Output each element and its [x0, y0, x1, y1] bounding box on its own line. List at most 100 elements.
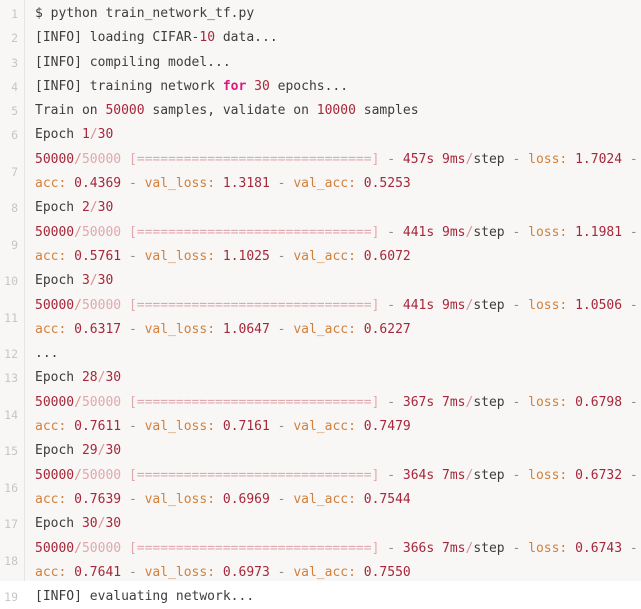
token-slash: /	[74, 151, 82, 167]
token-number: 366s	[402, 540, 435, 556]
token-number: 0.6732	[575, 467, 623, 483]
code-line[interactable]: 50000/50000 [===========================…	[35, 294, 641, 343]
token-number: 9ms	[442, 297, 466, 313]
token-number: 0.6973	[222, 564, 270, 580]
token-dash: -	[128, 564, 137, 580]
token-number: 9ms	[442, 224, 466, 240]
token-dash: -	[128, 419, 137, 435]
token-number: 30	[81, 516, 98, 532]
token-dash: -	[277, 176, 286, 192]
token-dim: 50000	[81, 540, 122, 556]
token-number: 30	[254, 78, 270, 94]
token-number: 0.7161	[222, 419, 270, 435]
code-line[interactable]: Epoch 28/30	[35, 366, 641, 390]
token-number: 30	[105, 516, 122, 532]
token-number: 1.0506	[575, 297, 623, 313]
code-line[interactable]: ...	[35, 342, 641, 366]
token-number: 364s	[402, 467, 435, 483]
token-keyword: for	[222, 78, 247, 94]
token-slash: /	[74, 394, 82, 410]
code-line[interactable]: $ python train_network_tf.py	[35, 2, 641, 26]
code-line[interactable]: [INFO] evaluating network...	[35, 585, 641, 609]
token-plain: data...	[215, 30, 278, 46]
token-plain: $ python train_network_tf.py	[35, 6, 255, 21]
token-number: 9ms	[442, 151, 466, 167]
token-number: 0.6072	[363, 248, 411, 264]
token-dash: -	[629, 224, 638, 240]
token-dim: 50000	[81, 151, 122, 167]
token-number: 10	[199, 30, 216, 46]
token-plain: Epoch	[35, 443, 82, 459]
token-plain: Train on	[35, 103, 106, 119]
line-number: 7	[11, 164, 18, 179]
line-number: 16	[4, 480, 18, 495]
code-line[interactable]: Epoch 30/30	[35, 512, 641, 536]
token-dim: [==============================]	[128, 540, 380, 556]
code-line[interactable]: Epoch 1/30	[35, 123, 641, 147]
code-line[interactable]: Epoch 3/30	[35, 269, 641, 293]
token-label: acc:	[35, 419, 67, 435]
token-number: 441s	[402, 297, 435, 313]
code-line[interactable]: [INFO] loading CIFAR-10 data...	[35, 26, 641, 50]
code-line[interactable]: [INFO] training network for 30 epochs...	[35, 75, 641, 99]
line-number: 15	[4, 444, 18, 459]
code-line[interactable]: Train on 50000 samples, validate on 1000…	[35, 99, 641, 123]
line-number: 11	[4, 310, 18, 325]
token-plain: [INFO] training network	[35, 78, 223, 94]
code-line[interactable]: 50000/50000 [===========================…	[35, 537, 641, 586]
token-slash: /	[74, 540, 82, 556]
token-dash: -	[128, 491, 137, 507]
code-line[interactable]: 50000/50000 [===========================…	[35, 221, 641, 270]
token-dash: -	[629, 297, 638, 313]
token-dim: 50000	[81, 467, 122, 483]
token-number: 7ms	[442, 540, 466, 556]
token-plain: samples, validate on	[144, 103, 317, 119]
code-line[interactable]: Epoch 2/30	[35, 196, 641, 220]
token-number: 0.7639	[74, 491, 122, 507]
code-line[interactable]: 50000/50000 [===========================…	[35, 148, 641, 197]
token-dash: -	[128, 176, 137, 192]
token-number: 1.1981	[575, 224, 623, 240]
token-plain: ...	[35, 346, 59, 362]
token-number: 1.1025	[222, 248, 270, 264]
token-dim: 50000	[81, 394, 122, 410]
code-content[interactable]: $ python train_network_tf.py [INFO] loadi…	[25, 0, 641, 604]
token-dash: -	[387, 394, 396, 410]
token-label: val_acc:	[293, 248, 356, 264]
token-plain: Epoch	[35, 127, 82, 143]
token-number: 30	[105, 443, 122, 459]
code-line[interactable]: Epoch 29/30	[35, 439, 641, 463]
token-label: loss:	[528, 297, 568, 313]
token-plain: Epoch	[35, 370, 82, 386]
code-line[interactable]: 50000/50000 [===========================…	[35, 464, 641, 513]
token-number: 3	[81, 273, 90, 289]
code-line[interactable]: 50000/50000 [===========================…	[35, 391, 641, 440]
token-number: 50000	[35, 297, 75, 313]
token-number: 0.7479	[363, 419, 411, 435]
token-dash: -	[387, 540, 396, 556]
code-line[interactable]: [INFO] compiling model...	[35, 51, 641, 75]
line-number-gutter: 1 2 3 4 5 6 7 8 9 10 11 12 13 14 15 16 17 18 19	[0, 0, 25, 604]
token-number: 0.7641	[74, 564, 122, 580]
